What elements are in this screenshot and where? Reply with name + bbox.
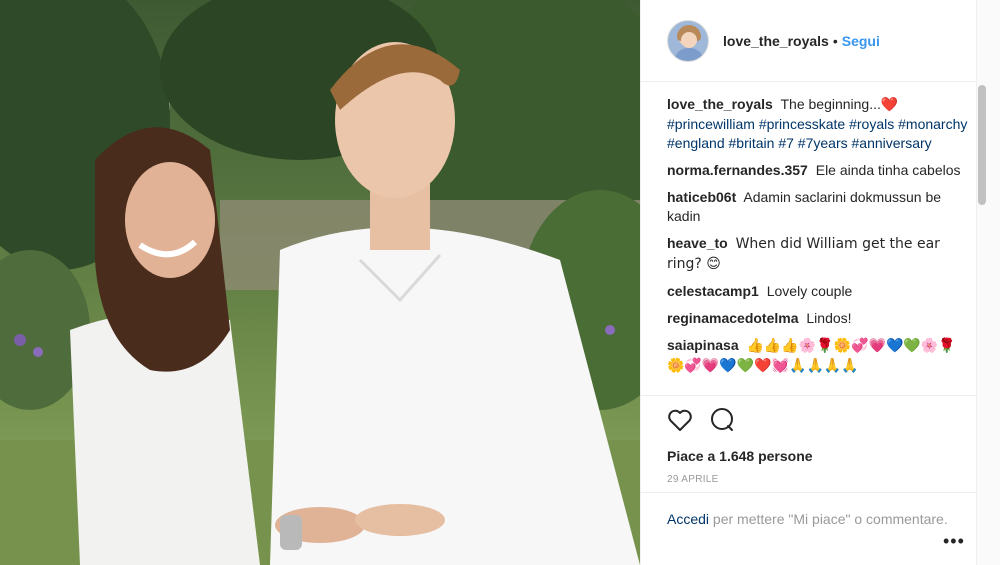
hashtag-link[interactable]: #monarchy [898,116,967,132]
post-photo[interactable] [0,0,640,565]
separator-dot: • [832,32,838,49]
comment-item: reginamacedotelma Lindos! [667,309,972,328]
follow-button[interactable]: Segui [842,33,880,49]
heart-emoji: ❤️ [880,97,899,113]
hashtag-link[interactable]: #britain [729,135,775,151]
comment-icon[interactable] [709,407,735,438]
comment-text: Ele ainda tinha cabelos [815,162,961,178]
comment-item: saiapinasa 👍👍👍🌸🌹🌼💞💗💙💚🌸🌹🌼💞💗💙💚❤️💓🙏🙏🙏🙏 [667,336,972,376]
comment-username[interactable]: reginamacedotelma [667,310,799,326]
avatar-body-shape [674,47,704,61]
caption-text: The beginning... [780,96,881,112]
comment-username[interactable]: haticeb06t [667,189,736,205]
hashtag-link[interactable]: #england [667,135,725,151]
comment-username[interactable]: saiapinasa [667,337,739,353]
hashtag-link[interactable]: #princesskate [759,116,845,132]
username-link[interactable]: love_the_royals [723,33,829,49]
comment-username[interactable]: celestacamp1 [667,283,759,299]
hashtag-link[interactable]: #7 [778,135,794,151]
hashtag-link[interactable]: #royals [849,116,894,132]
photo-illustration [0,0,640,565]
post-actions: Piace a 1.648 persone 29 APRILE [641,395,976,485]
heart-icon[interactable] [667,408,693,437]
comment-item: celestacamp1 Lovely couple [667,282,972,301]
comments-list: love_the_royals The beginning...❤️ #prin… [667,95,972,395]
more-options-button[interactable]: ••• [943,531,965,551]
comment-username[interactable]: heave_to [667,235,728,251]
comment-item: norma.fernandes.357 Ele ainda tinha cabe… [667,161,972,180]
avatar-face-shape [681,31,697,48]
hashtag-link[interactable]: #anniversary [852,135,932,151]
post-date: 29 APRILE [667,474,719,485]
login-text: per mettere "Mi piace" o commentare. [712,511,948,527]
comment-item: haticeb06t Adamin saclarini dokmussun be… [667,188,972,226]
caption: love_the_royals The beginning...❤️ #prin… [667,95,972,153]
comment-item: heave_to When did William get the ear ri… [667,234,972,274]
action-icons [667,407,950,438]
post-header: love_the_royals • Segui [641,0,976,82]
caption-username[interactable]: love_the_royals [667,96,773,112]
login-link[interactable]: Accedi [667,511,709,527]
hashtag-link[interactable]: #princewilliam [667,116,755,132]
scrollbar-thumb[interactable] [978,85,986,205]
comment-text: Lindos! [806,310,852,326]
post-side-panel: love_the_royals • Segui love_the_royals … [640,0,1000,565]
comment-text: Lovely couple [766,283,853,299]
avatar[interactable] [667,19,709,62]
login-prompt: Accedi per mettere "Mi piace" o commenta… [641,492,976,551]
hashtag-link[interactable]: #7years [798,135,848,151]
comment-username[interactable]: norma.fernandes.357 [667,162,808,178]
likes-count[interactable]: Piace a 1.648 persone [667,448,950,464]
